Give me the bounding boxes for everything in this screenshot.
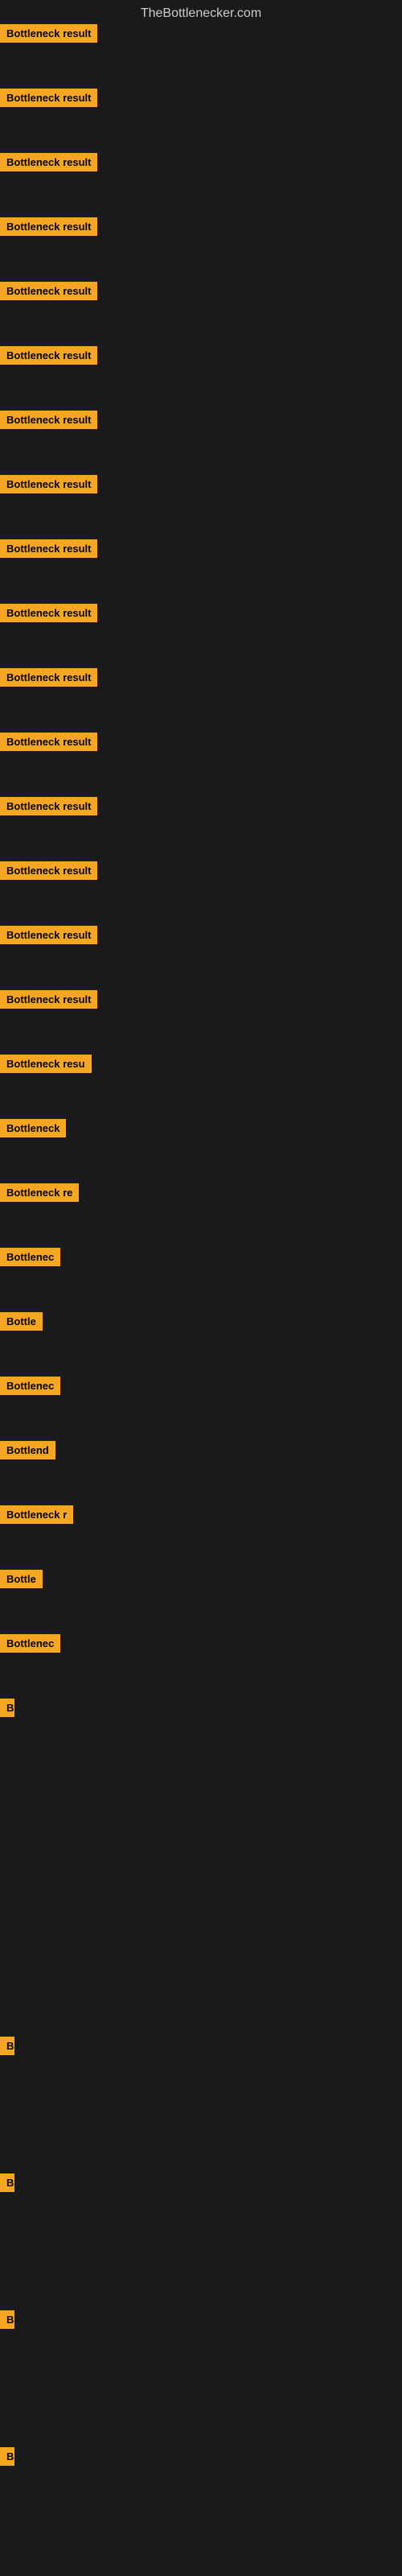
- bottleneck-badge-31: B: [0, 2447, 14, 2466]
- bottleneck-badge-20: Bottlenec: [0, 1248, 60, 1266]
- bottleneck-badge-22: Bottlenec: [0, 1377, 60, 1395]
- bottleneck-badge-14: Bottleneck result: [0, 861, 97, 880]
- bottleneck-item-16[interactable]: Bottleneck result: [0, 990, 97, 1013]
- bottleneck-badge-17: Bottleneck resu: [0, 1055, 92, 1073]
- bottleneck-badge-2: Bottleneck result: [0, 89, 97, 107]
- bottleneck-item-26[interactable]: Bottlenec: [0, 1634, 60, 1657]
- bottleneck-badge-25: Bottle: [0, 1570, 43, 1588]
- bottleneck-badge-1: Bottleneck result: [0, 24, 97, 43]
- bottleneck-item-14[interactable]: Bottleneck result: [0, 861, 97, 884]
- bottleneck-badge-9: Bottleneck result: [0, 539, 97, 558]
- bottleneck-item-4[interactable]: Bottleneck result: [0, 217, 97, 240]
- bottleneck-badge-5: Bottleneck result: [0, 282, 97, 300]
- bottleneck-item-19[interactable]: Bottleneck re: [0, 1183, 79, 1206]
- bottleneck-badge-21: Bottle: [0, 1312, 43, 1331]
- bottleneck-item-30[interactable]: B: [0, 2310, 14, 2333]
- bottleneck-badge-7: Bottleneck result: [0, 411, 97, 429]
- bottleneck-badge-15: Bottleneck result: [0, 926, 97, 944]
- bottleneck-item-2[interactable]: Bottleneck result: [0, 89, 97, 111]
- bottleneck-badge-23: Bottlend: [0, 1441, 55, 1459]
- bottleneck-item-31[interactable]: B: [0, 2447, 14, 2470]
- bottleneck-item-7[interactable]: Bottleneck result: [0, 411, 97, 433]
- bottleneck-item-25[interactable]: Bottle: [0, 1570, 43, 1592]
- bottleneck-badge-8: Bottleneck result: [0, 475, 97, 493]
- bottleneck-item-15[interactable]: Bottleneck result: [0, 926, 97, 948]
- bottleneck-item-22[interactable]: Bottlenec: [0, 1377, 60, 1399]
- bottleneck-badge-6: Bottleneck result: [0, 346, 97, 365]
- bottleneck-badge-19: Bottleneck re: [0, 1183, 79, 1202]
- bottleneck-badge-27: B: [0, 1699, 14, 1717]
- bottleneck-item-27[interactable]: B: [0, 1699, 14, 1721]
- bottleneck-item-10[interactable]: Bottleneck result: [0, 604, 97, 626]
- bottleneck-item-8[interactable]: Bottleneck result: [0, 475, 97, 497]
- bottleneck-item-21[interactable]: Bottle: [0, 1312, 43, 1335]
- bottleneck-badge-11: Bottleneck result: [0, 668, 97, 687]
- bottleneck-item-6[interactable]: Bottleneck result: [0, 346, 97, 369]
- bottleneck-item-9[interactable]: Bottleneck result: [0, 539, 97, 562]
- bottleneck-badge-12: Bottleneck result: [0, 733, 97, 751]
- bottleneck-item-18[interactable]: Bottleneck: [0, 1119, 66, 1141]
- bottleneck-badge-16: Bottleneck result: [0, 990, 97, 1009]
- bottleneck-item-24[interactable]: Bottleneck r: [0, 1505, 73, 1528]
- bottleneck-badge-30: B: [0, 2310, 14, 2329]
- bottleneck-badge-10: Bottleneck result: [0, 604, 97, 622]
- bottleneck-item-1[interactable]: Bottleneck result: [0, 24, 97, 47]
- bottleneck-item-3[interactable]: Bottleneck result: [0, 153, 97, 175]
- bottleneck-item-11[interactable]: Bottleneck result: [0, 668, 97, 691]
- bottleneck-badge-28: B: [0, 2037, 14, 2055]
- bottleneck-item-23[interactable]: Bottlend: [0, 1441, 55, 1463]
- bottleneck-item-13[interactable]: Bottleneck result: [0, 797, 97, 819]
- bottleneck-item-28[interactable]: B: [0, 2037, 14, 2059]
- bottleneck-badge-26: Bottlenec: [0, 1634, 60, 1653]
- bottleneck-badge-29: B: [0, 2174, 14, 2192]
- bottleneck-item-17[interactable]: Bottleneck resu: [0, 1055, 92, 1077]
- bottleneck-badge-24: Bottleneck r: [0, 1505, 73, 1524]
- bottleneck-item-12[interactable]: Bottleneck result: [0, 733, 97, 755]
- bottleneck-badge-18: Bottleneck: [0, 1119, 66, 1137]
- bottleneck-badge-4: Bottleneck result: [0, 217, 97, 236]
- bottleneck-badge-13: Bottleneck result: [0, 797, 97, 815]
- bottleneck-item-20[interactable]: Bottlenec: [0, 1248, 60, 1270]
- bottleneck-badge-3: Bottleneck result: [0, 153, 97, 171]
- bottleneck-item-5[interactable]: Bottleneck result: [0, 282, 97, 304]
- bottleneck-item-29[interactable]: B: [0, 2174, 14, 2196]
